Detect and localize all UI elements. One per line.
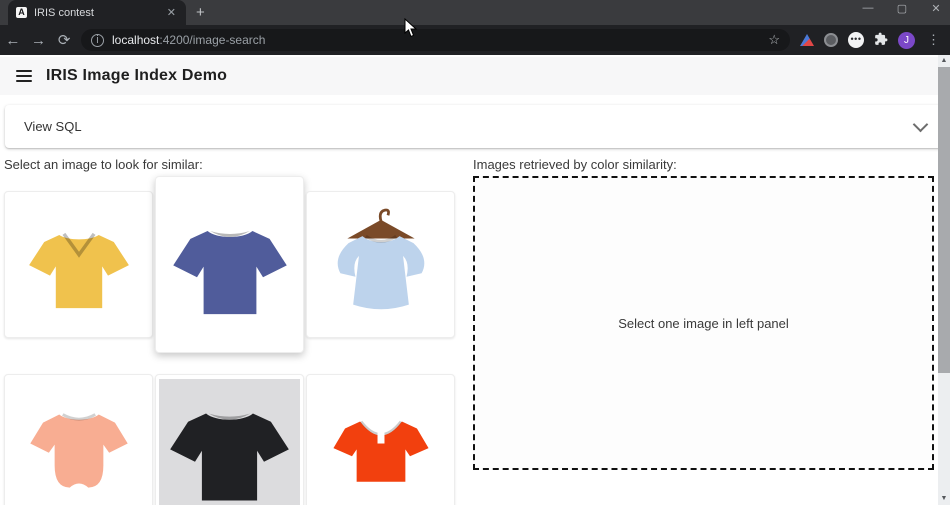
- browser-toolbar: ← → ⟳ i localhost:4200/image-search ☆ ••…: [0, 25, 950, 55]
- url-path: :4200/image-search: [159, 33, 265, 47]
- image-grid-row-2: [4, 374, 459, 505]
- blue-tshirt-image: [164, 189, 296, 339]
- app-page: IRIS Image Index Demo View SQL Select an…: [0, 55, 950, 505]
- mouse-cursor: [404, 18, 418, 38]
- black-tshirt-image: [159, 379, 300, 505]
- image-picker-panel: Select an image to look for similar:: [4, 157, 459, 505]
- left-panel-heading: Select an image to look for similar:: [4, 157, 459, 172]
- new-tab-icon[interactable]: +: [196, 4, 205, 21]
- scrollbar-thumb[interactable]: [938, 67, 950, 373]
- close-icon[interactable]: ✕: [930, 2, 942, 15]
- favicon-icon: A: [16, 7, 27, 18]
- chevron-down-icon: [913, 117, 929, 133]
- image-card-blue-tshirt[interactable]: [155, 176, 304, 353]
- tab-close-icon[interactable]: ✕: [165, 6, 178, 19]
- forward-icon[interactable]: →: [26, 32, 52, 49]
- url-text: localhost:4200/image-search: [112, 33, 265, 47]
- image-card-yellow-vneck-top[interactable]: [4, 191, 153, 338]
- main-content: Select an image to look for similar: Ima…: [0, 148, 950, 505]
- peach-baby-onesie-image: [21, 389, 137, 505]
- minimize-icon[interactable]: —: [862, 2, 874, 15]
- app-header: IRIS Image Index Demo: [0, 57, 950, 95]
- view-sql-expansion-panel[interactable]: View SQL: [5, 105, 945, 148]
- maximize-icon[interactable]: ▢: [896, 2, 908, 15]
- image-card-orange-crop-top[interactable]: [306, 374, 455, 505]
- right-panel-heading: Images retrieved by color similarity:: [473, 157, 934, 172]
- results-dropzone: Select one image in left panel: [473, 176, 934, 470]
- browser-window: A IRIS contest ✕ + — ▢ ✕ ← → ⟳ i localho…: [0, 0, 950, 505]
- hamburger-menu-icon[interactable]: [16, 70, 32, 82]
- yellow-vneck-top-image: [21, 206, 137, 322]
- results-panel: Images retrieved by color similarity: Se…: [473, 157, 934, 505]
- image-card-black-tshirt[interactable]: [155, 374, 304, 505]
- back-icon[interactable]: ←: [0, 32, 26, 49]
- page-title: IRIS Image Index Demo: [46, 67, 227, 85]
- bookmark-star-icon[interactable]: ☆: [768, 32, 780, 48]
- tab-title: IRIS contest: [34, 7, 165, 19]
- extension-clock-icon[interactable]: [824, 33, 838, 47]
- url-host: localhost: [112, 33, 159, 47]
- scrollbar-up-icon[interactable]: ▲: [938, 55, 950, 67]
- image-card-light-blue-blouse[interactable]: [306, 191, 455, 338]
- browser-menu-icon[interactable]: ⋮: [927, 32, 940, 48]
- refresh-icon[interactable]: ⟳: [51, 31, 77, 49]
- light-blue-blouse-image: [323, 206, 439, 322]
- image-grid-row-1: [4, 176, 459, 353]
- extension-dots-icon[interactable]: •••: [848, 32, 864, 48]
- scrollbar-down-icon[interactable]: ▼: [938, 493, 950, 505]
- results-empty-message: Select one image in left panel: [618, 316, 789, 331]
- page-scrollbar[interactable]: ▲ ▼: [938, 55, 950, 505]
- view-sql-label: View SQL: [24, 119, 82, 134]
- profile-avatar[interactable]: J: [898, 32, 915, 49]
- browser-tab[interactable]: A IRIS contest ✕: [8, 0, 186, 25]
- orange-crop-top-image: [323, 389, 439, 505]
- site-info-icon[interactable]: i: [91, 34, 104, 47]
- image-card-peach-baby-onesie[interactable]: [4, 374, 153, 505]
- extensions-puzzle-icon[interactable]: [874, 32, 888, 49]
- extension-colored-icon[interactable]: [800, 34, 814, 46]
- address-bar[interactable]: i localhost:4200/image-search ☆: [81, 29, 790, 51]
- tab-strip: A IRIS contest ✕ + — ▢ ✕: [0, 0, 950, 25]
